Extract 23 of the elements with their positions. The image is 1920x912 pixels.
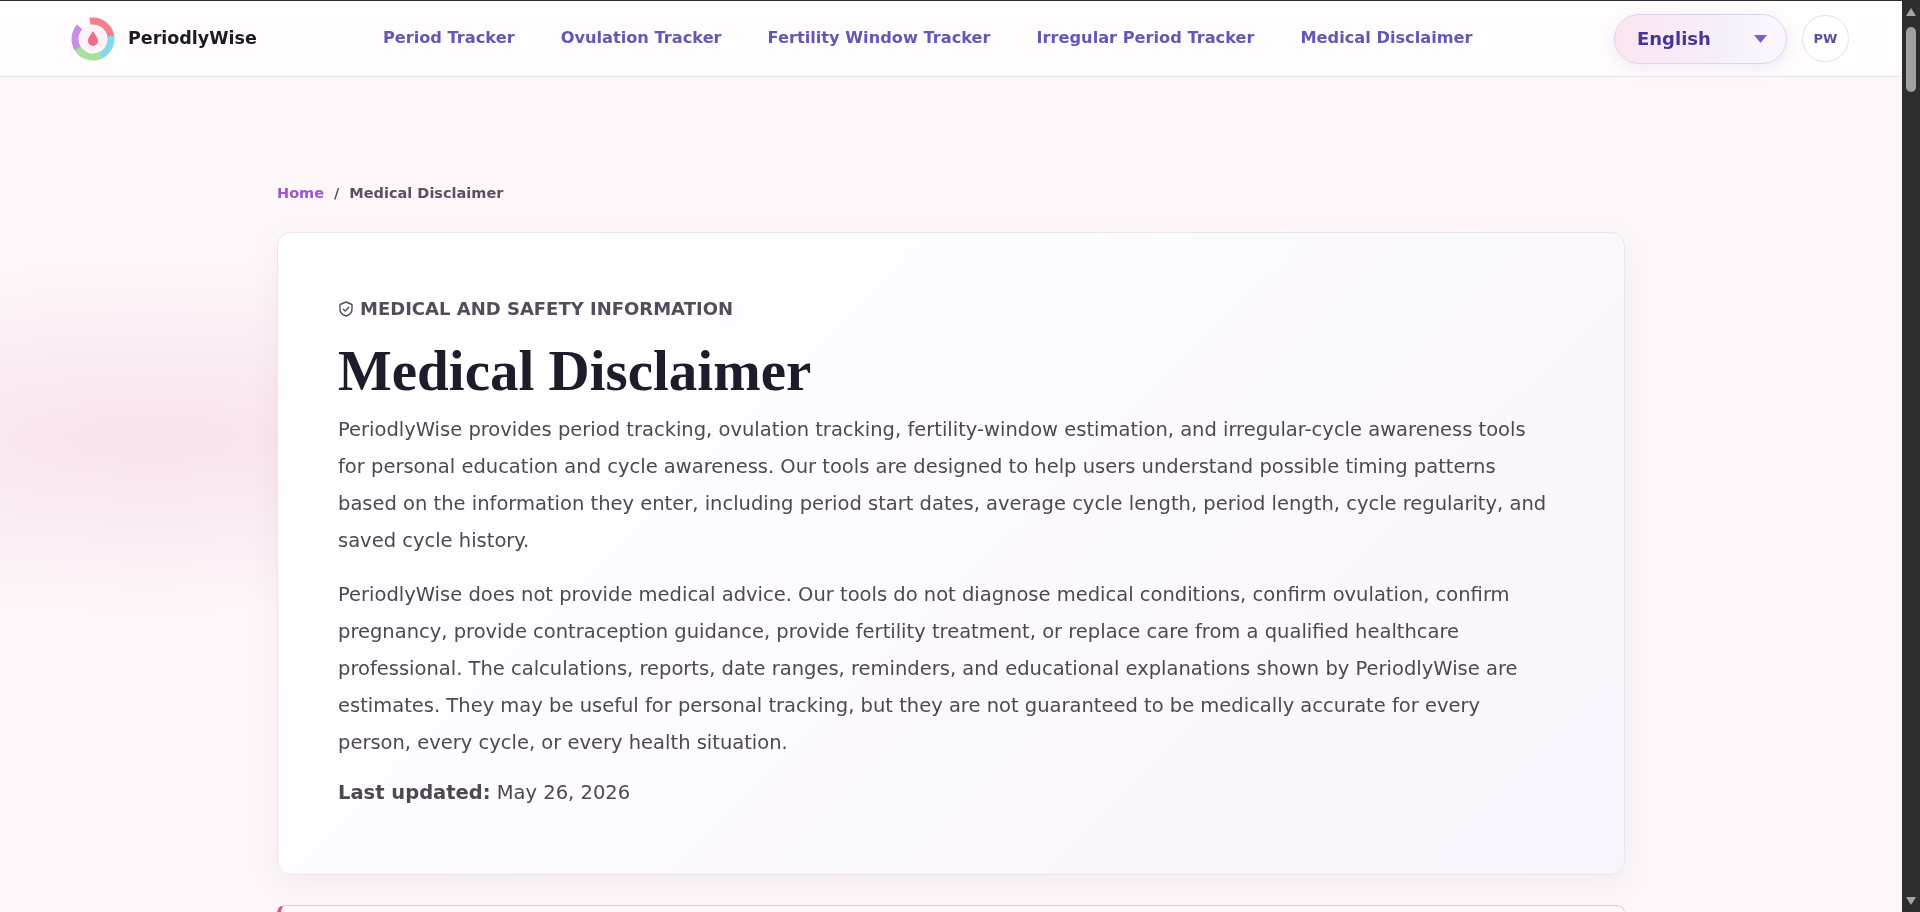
scroll-up-icon[interactable] (1906, 8, 1916, 16)
scroll-down-icon[interactable] (1906, 897, 1916, 905)
language-select[interactable]: English (1614, 13, 1787, 64)
logo-icon (71, 16, 115, 61)
nav-link[interactable]: Irregular Period Tracker (1036, 26, 1255, 51)
nav-link[interactable]: Ovulation Tracker (560, 26, 722, 51)
page-title: Medical Disclaimer (338, 340, 813, 402)
body-paragraph: PeriodlyWise does not provide medical advice. Our tools do not diagnose medical conditions, confirm ovulation, confirm pregnancy, provide contraception guidance, provide fertility treatment, or replace care from a qualified healthcare professional. The calculations, reports, date ranges, reminders, and educational explanations shown by PeriodlyWise are estimates. They may be useful for personal tracking, but they are not guaranteed to be medically accurate for every person, every cycle, or every health situation. (338, 582, 1519, 756)
caret-icon (1754, 34, 1767, 43)
nav-link[interactable]: Medical Disclaimer (1300, 26, 1473, 51)
breadcrumb-current: Medical Disclaimer (349, 184, 504, 203)
breadcrumb-link[interactable]: Home (277, 183, 325, 203)
brand-link[interactable]: PeriodlyWise (71, 16, 257, 61)
nav-link[interactable]: Period Tracker (382, 26, 515, 51)
scrollbar-thumb[interactable] (1906, 27, 1916, 92)
avatar-button[interactable]: PW (1802, 15, 1849, 62)
scrollbar[interactable] (1902, 1, 1920, 912)
body-paragraph: PeriodlyWise provides period tracking, ovulation tracking, fertility-window estimation, and irregular-cycle awareness tools for personal education and cycle awareness. Our tools are designed to help users understand possible timing patterns based on the information they enter, including period start dates, average cycle length, period length, cycle regularity, and saved cycle history. (338, 417, 1548, 554)
breadcrumb-separator: / (334, 184, 340, 203)
last-updated-text: Last updated: May 26, 2026 (338, 780, 632, 806)
nav-link[interactable]: Fertility Window Tracker (767, 26, 991, 51)
shield-check-icon (338, 301, 354, 317)
eyebrow-label: MEDICAL AND SAFETY INFORMATION (360, 297, 733, 321)
